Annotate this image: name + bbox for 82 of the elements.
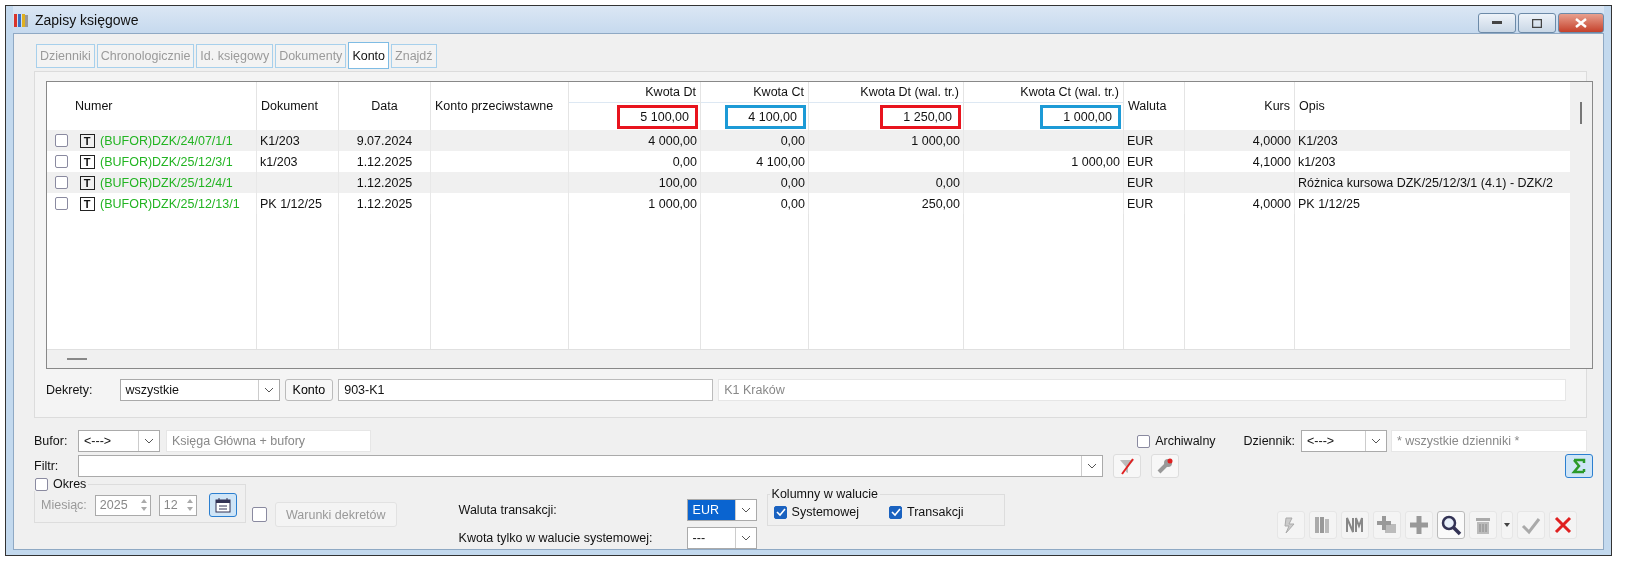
column-total: 1 000,00 [1040, 104, 1121, 129]
spinner-arrows-icon[interactable] [185, 497, 194, 513]
maximize-icon[interactable] [1532, 18, 1542, 28]
table-cell: K1/203 [257, 130, 339, 151]
sigma-icon[interactable] [1571, 458, 1587, 474]
archiwalny-checkbox[interactable] [1137, 434, 1151, 448]
table-cell: 100,00 [569, 172, 701, 193]
row-checkbox[interactable] [54, 155, 68, 168]
clear-filter-button[interactable] [1113, 454, 1141, 478]
calendar-icon[interactable] [213, 496, 232, 514]
column-total: 1 250,00 [880, 104, 961, 129]
maximize-button[interactable] [1518, 13, 1556, 33]
dekrety-dropdown[interactable]: wszystkie [119, 379, 280, 401]
tab[interactable]: Konto [348, 42, 390, 69]
scrollbar-thumb[interactable] [1580, 102, 1582, 124]
window-title: Zapisy księgowe [35, 11, 139, 28]
bufor-description: Księga Główna + bufory [166, 430, 371, 452]
year-spinner[interactable]: 2025 [94, 494, 151, 516]
close-button[interactable] [1558, 13, 1604, 33]
close-icon[interactable] [1575, 18, 1587, 28]
table-cell: (BUFOR)DZK/24/07/1/1 [99, 130, 257, 151]
column-total: 4 100,00 [725, 104, 806, 129]
warunki-checkbox[interactable] [252, 507, 267, 522]
system-amount-dropdown[interactable]: --- [686, 527, 757, 549]
table-cell: 0,00 [701, 130, 809, 151]
table-cell: 1.12.2025 [339, 172, 431, 193]
checkbox-label: Okres [53, 477, 87, 491]
checkbox[interactable] [773, 505, 787, 519]
dziennik-dropdown[interactable]: <---> [1301, 430, 1387, 452]
table-cell: EUR [1124, 172, 1185, 193]
calendar-button[interactable] [208, 493, 237, 517]
wrench-icon[interactable] [1156, 457, 1174, 475]
books-icon [13, 11, 29, 28]
checkbox-label: Archiwalny [1155, 434, 1216, 448]
row-checkbox[interactable] [54, 197, 68, 210]
spinner-arrows-icon[interactable] [139, 497, 148, 513]
month-spinner[interactable]: 12 [158, 494, 197, 516]
group-title: Kolumny w walucie [770, 487, 879, 501]
currency-dropdown[interactable]: EUR [686, 499, 757, 521]
entry-type-mark: T [79, 196, 95, 211]
table-cell: 1 000,00 [809, 130, 964, 151]
minimize-icon[interactable] [1492, 21, 1502, 25]
checkbox[interactable] [888, 505, 902, 519]
field-label: Dekrety: [46, 383, 93, 397]
table-cell: EUR [1124, 130, 1185, 151]
caret-icon[interactable] [1504, 523, 1510, 527]
dziennik-description: * wszystkie dzienniki * [1391, 430, 1587, 452]
filter-field[interactable] [78, 455, 1103, 477]
field-label: Filtr: [34, 459, 60, 473]
bufor-dropdown[interactable]: <---> [78, 430, 160, 452]
crossed-funnel-icon[interactable] [1118, 457, 1136, 475]
table-cell: 9.07.2024 [339, 130, 431, 151]
field-label: Bufor: [34, 434, 69, 448]
table-cell: 0,00 [809, 172, 964, 193]
column-total: 5 100,00 [617, 104, 698, 129]
konto-button[interactable]: Konto [284, 379, 334, 401]
column-header[interactable]: Kwota Ct (wal. tr.) [964, 82, 1123, 103]
field-label: Kwota tylko w walucie systemowej: [458, 531, 653, 545]
entry-type-mark: T [79, 133, 95, 148]
filter-settings-button[interactable] [1151, 454, 1179, 478]
row-checkbox[interactable] [54, 134, 68, 147]
table-cell: 4,0000 [1185, 130, 1295, 151]
sum-button[interactable] [1565, 454, 1593, 478]
checkbox-label: Systemowej [791, 505, 859, 519]
table-cell: 4 000,00 [569, 130, 701, 151]
table-cell: (BUFOR)DZK/25/12/4/1 [99, 172, 257, 193]
row-checkbox[interactable] [54, 176, 68, 189]
entry-type-mark: T [79, 154, 95, 169]
entry-type-mark: T [79, 175, 95, 190]
column-header[interactable]: Kwota Dt (wal. tr.) [809, 82, 963, 103]
column-header[interactable]: Kwota Dt [569, 82, 700, 103]
checkbox-label: Transakcji [906, 505, 964, 519]
table-cell: 0,00 [701, 172, 809, 193]
okres-checkbox[interactable] [35, 477, 48, 491]
scrollbar-thumb[interactable] [67, 358, 87, 360]
field-label: Waluta transakcji: [458, 503, 557, 517]
account-name-field: K1 Kraków [718, 379, 1566, 401]
field-label: Dziennik: [1243, 434, 1295, 448]
field-label: Miesiąc: [41, 498, 87, 512]
minimize-button[interactable] [1478, 13, 1516, 33]
column-header[interactable]: Kwota Ct [701, 82, 808, 103]
account-field[interactable]: 903-K1 [338, 379, 714, 401]
